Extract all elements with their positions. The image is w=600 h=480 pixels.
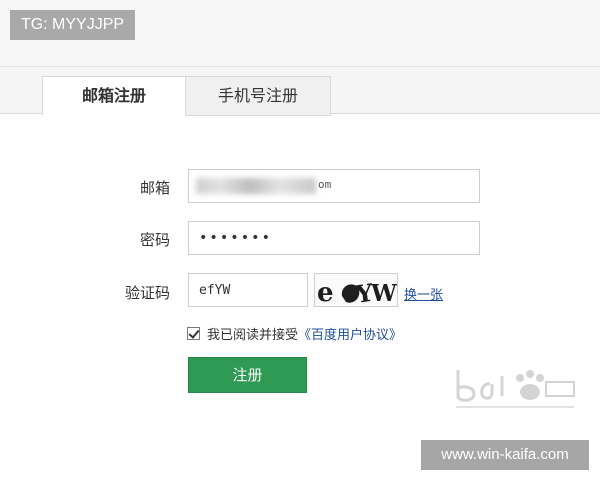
svg-text:W: W <box>370 280 398 307</box>
tab-bar: 邮箱注册 手机号注册 <box>0 66 600 116</box>
password-field[interactable] <box>188 221 480 255</box>
password-label: 密码 <box>139 231 170 249</box>
svg-text:e: e <box>317 278 334 307</box>
register-button[interactable]: 注册 <box>188 357 307 393</box>
baidu-watermark-logo <box>456 370 575 408</box>
captcha-image-art: e Y W <box>317 278 398 307</box>
agreement-text: 我已阅读并接受 <box>207 327 299 343</box>
refresh-captcha-link[interactable]: 换一张 <box>404 284 443 303</box>
agreement-checkbox[interactable] <box>187 326 200 340</box>
captcha-image[interactable]: e Y W <box>314 273 398 307</box>
captcha-field[interactable] <box>188 273 308 307</box>
tab-email-register[interactable]: 邮箱注册 <box>42 76 186 116</box>
tg-watermark-label: TG: MYYJJPP <box>10 10 135 40</box>
captcha-label: 验证码 <box>124 284 170 302</box>
agreement-row: 我已阅读并接受 《百度用户协议》 <box>187 324 402 343</box>
tab-phone-register[interactable]: 手机号注册 <box>186 76 331 116</box>
agreement-link[interactable]: 《百度用户协议》 <box>298 324 402 343</box>
email-blur-redaction <box>196 178 316 194</box>
site-watermark-badge: www.win-kaifa.com <box>421 440 589 470</box>
email-label: 邮箱 <box>139 179 170 197</box>
email-value-suffix: om <box>318 178 332 191</box>
